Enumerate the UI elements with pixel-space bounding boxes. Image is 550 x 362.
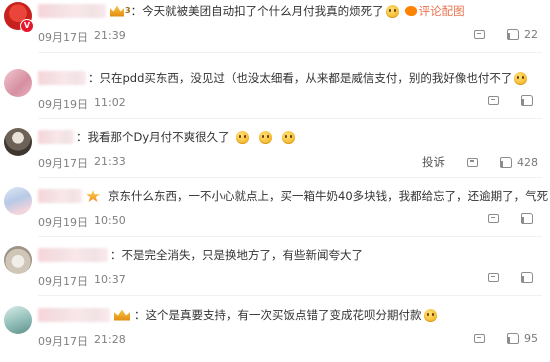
- fan-badge-icon: [86, 190, 100, 202]
- comment-text: ：这个是真要支持，有一次买饭点错了变成花呗分期付款: [134, 308, 422, 322]
- avatar[interactable]: [4, 246, 32, 274]
- divider: [38, 52, 542, 53]
- thumbs-up-icon: [521, 272, 533, 283]
- comment-meta: 09月17日 21:28: [38, 333, 126, 349]
- avatar[interactable]: [4, 69, 32, 97]
- comment-meta: 09月17日 21:33: [38, 155, 126, 171]
- comment-item: ：我看那个Dy月付不爽很久了 09月17日 21:33 投诉 428: [0, 126, 550, 184]
- comment-time: 21:39: [94, 29, 126, 42]
- divider: [38, 236, 542, 237]
- comment-actions: [466, 95, 538, 106]
- comment-text: ：我看那个Dy月付不爽很久了: [76, 130, 230, 144]
- comment-meta: 09月19日 10:50: [38, 214, 126, 230]
- comment-actions: 投诉 428: [400, 154, 538, 170]
- avatar[interactable]: [4, 306, 32, 334]
- emoji-icon: [385, 4, 399, 18]
- comment-meta: 09月19日 11:02: [38, 96, 126, 112]
- image-icon: [404, 6, 417, 16]
- comment-text: ：只在pdd买东西，没见过（也没太细看，从来都是威信支付，别的我好像也付不了: [88, 71, 513, 85]
- comment-item: V 3 ：今天就被美团自动扣了个什么月付我真的烦死了 评论配图 09月17日 2…: [0, 0, 550, 58]
- avatar[interactable]: [4, 187, 32, 215]
- divider: [38, 295, 542, 296]
- comment-text: ：今天就被美团自动扣了个什么月付我真的烦死了: [130, 4, 384, 18]
- reply-button[interactable]: [474, 30, 485, 39]
- emoji-icon: [235, 130, 249, 144]
- comment-time: 21:33: [94, 155, 126, 168]
- like-count: 428: [517, 155, 538, 169]
- comment-date: 09月17日: [38, 335, 88, 348]
- reply-button[interactable]: [488, 273, 499, 282]
- report-button[interactable]: 投诉: [422, 154, 445, 170]
- emoji-icon: [281, 130, 295, 144]
- comment-text: 京东什么东西，一不小心就点上，买一箱牛奶40多块钱，我都给忘了，还逾期了，气死: [108, 189, 549, 203]
- comment-item: ：这个是真要支持，有一次买饭点错了变成花呗分期付款 09月17日 21:28 9…: [0, 304, 550, 362]
- reply-button[interactable]: [488, 214, 499, 223]
- thumbs-up-icon: [500, 156, 512, 168]
- comment-item: 京东什么东西，一不小心就点上，买一箱牛奶40多块钱，我都给忘了，还逾期了，气死 …: [0, 185, 550, 243]
- comment-actions: [466, 213, 538, 224]
- reply-button[interactable]: [467, 157, 478, 167]
- comment-time: 10:50: [94, 214, 126, 227]
- divider: [38, 118, 542, 119]
- like-button[interactable]: 95: [507, 332, 538, 345]
- comment-feed: V 3 ：今天就被美团自动扣了个什么月付我真的烦死了 评论配图 09月17日 2…: [0, 0, 550, 354]
- like-button[interactable]: [521, 95, 538, 106]
- comment-item: ：不是完全消失，只是换地方了，有些新闻夸大了 09月17日 10:37: [0, 244, 550, 302]
- divider: [38, 177, 542, 178]
- comment-meta: 09月17日 21:39: [38, 29, 126, 45]
- avatar[interactable]: [4, 128, 32, 156]
- like-count: 95: [524, 332, 538, 345]
- comment-actions: [466, 272, 538, 283]
- thumbs-up-icon: [521, 213, 533, 224]
- emoji-icon: [423, 308, 437, 322]
- like-button[interactable]: [521, 272, 538, 283]
- comment-date: 09月17日: [38, 157, 88, 170]
- like-button[interactable]: [521, 213, 538, 224]
- comment-date: 09月19日: [38, 98, 88, 111]
- comment-item: ：只在pdd买东西，没见过（也没太细看，从来都是威信支付，别的我好像也付不了 0…: [0, 67, 550, 125]
- comment-icon: [488, 273, 499, 282]
- comment-icon: [488, 214, 499, 223]
- crown-icon: [114, 309, 130, 321]
- comment-time: 21:28: [94, 333, 126, 346]
- comment-meta: 09月17日 10:37: [38, 273, 126, 289]
- comment-icon: [474, 334, 485, 343]
- comment-icon: [474, 30, 485, 39]
- comment-text: ：不是完全消失，只是换地方了，有些新闻夸大了: [110, 248, 363, 262]
- comment-time: 11:02: [94, 96, 126, 109]
- comment-icon: [467, 157, 478, 167]
- comment-actions: 95: [452, 332, 538, 345]
- like-count: 22: [524, 28, 538, 41]
- reply-button[interactable]: [474, 334, 485, 343]
- thumbs-up-icon: [521, 95, 533, 106]
- verified-badge-icon: V: [20, 19, 34, 33]
- laughing-emoji-icon: [514, 71, 528, 85]
- thumbs-up-icon: [507, 333, 519, 344]
- comment-time: 10:37: [94, 273, 126, 286]
- comment-date: 09月17日: [38, 275, 88, 288]
- crown-icon: [110, 5, 124, 17]
- thumbs-up-icon: [507, 29, 519, 40]
- like-button[interactable]: 428: [500, 156, 538, 169]
- emoji-icon: [258, 130, 272, 144]
- comment-date: 09月19日: [38, 216, 88, 229]
- reply-button[interactable]: [488, 96, 499, 105]
- like-button[interactable]: 22: [507, 28, 538, 41]
- comment-date: 09月17日: [38, 31, 88, 44]
- view-image-link[interactable]: 评论配图: [419, 2, 465, 20]
- comment-actions: 22: [452, 28, 538, 41]
- comment-icon: [488, 96, 499, 105]
